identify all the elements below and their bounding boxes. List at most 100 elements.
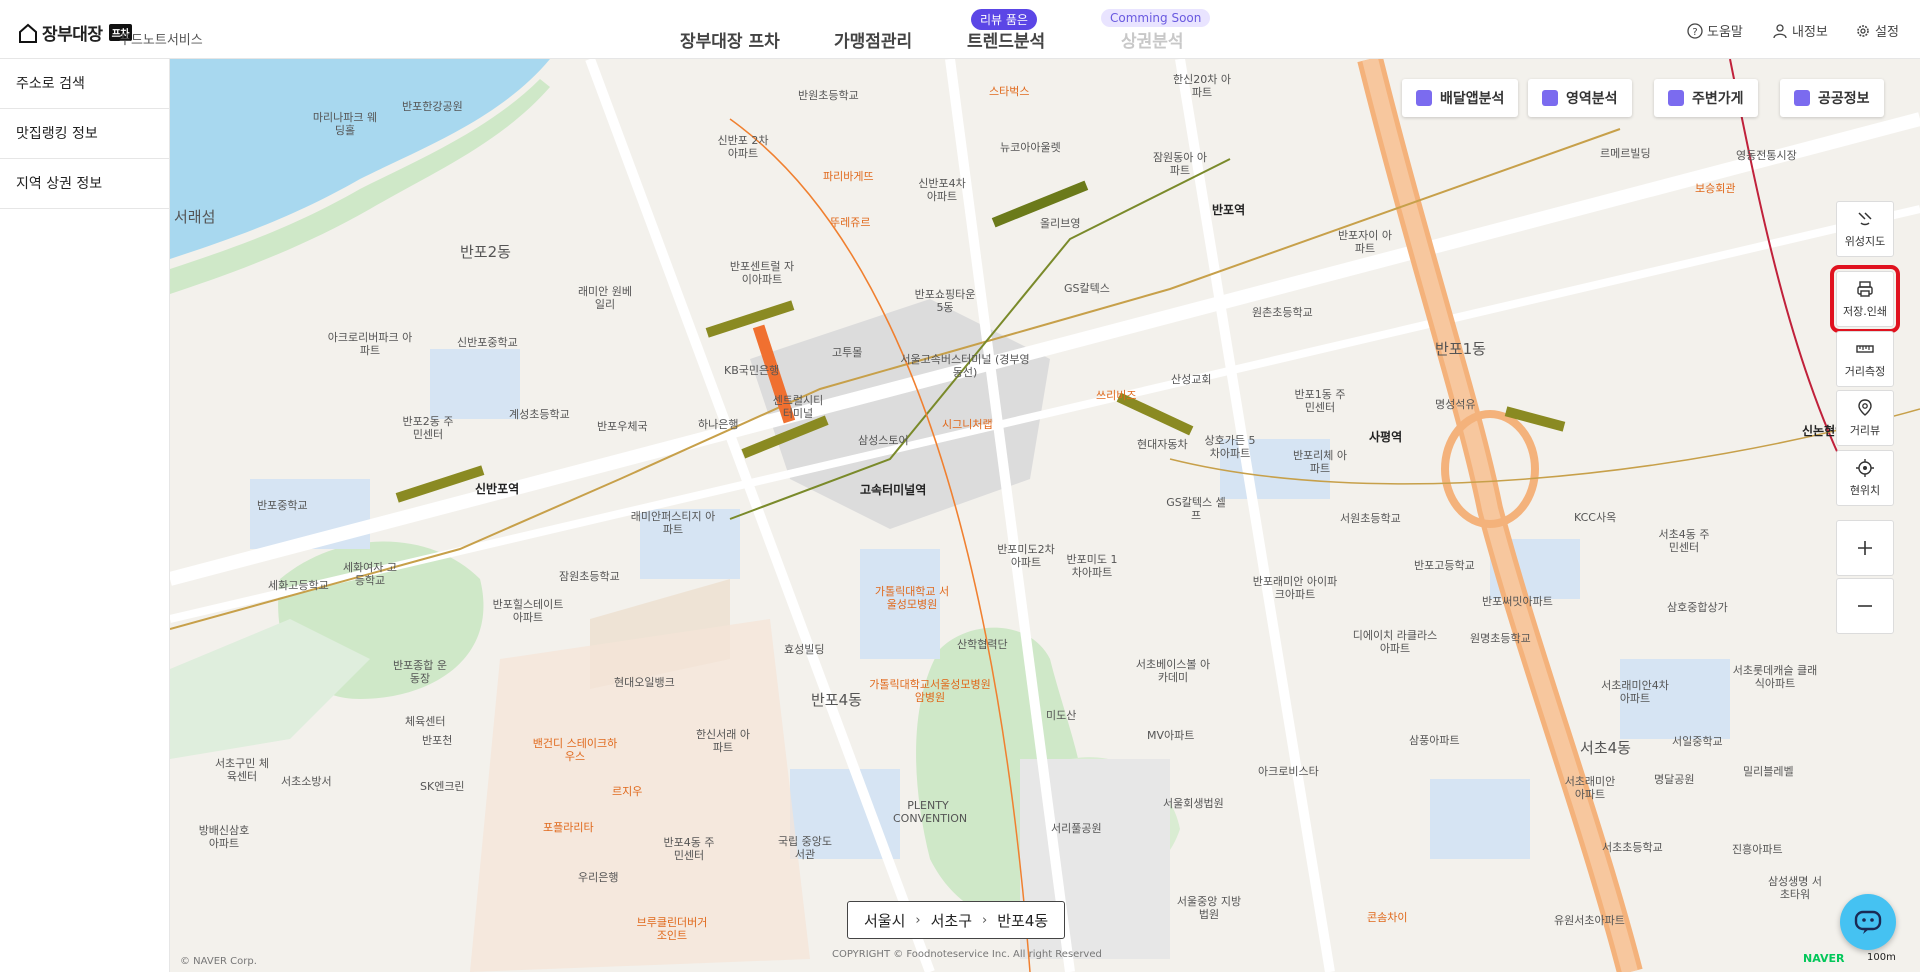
current-location-button[interactable]: 현위치 — [1836, 450, 1894, 506]
map-poi[interactable]: 반포종합 운동장 — [390, 659, 450, 685]
map-poi[interactable]: 서울회생법원 — [1163, 797, 1224, 810]
map-poi[interactable]: 유원서초아파트 — [1554, 914, 1625, 927]
map-poi[interactable]: SK엔크린 — [420, 780, 465, 793]
map-poi[interactable]: 올리브영 — [1040, 217, 1080, 230]
map-poi[interactable]: 뉴코아아울렛 — [1000, 141, 1061, 154]
map-poi[interactable]: 래미안 원베일리 — [575, 285, 635, 311]
map-poi[interactable]: 디에이치 라클라스아파트 — [1350, 629, 1440, 655]
map-poi[interactable]: 우리은행 — [578, 871, 618, 884]
station-label[interactable]: 고속터미널역 — [860, 484, 926, 497]
map-poi[interactable]: 반포4동 주민센터 — [659, 836, 719, 862]
map-poi[interactable]: 반포우체국 — [597, 420, 648, 433]
map-poi[interactable]: 하나은행 — [698, 418, 738, 431]
map-poi[interactable]: 삼성스토어 — [858, 434, 909, 447]
settings-link[interactable]: 설정 — [1855, 21, 1899, 40]
map-poi[interactable]: 국립 중앙도서관 — [775, 835, 835, 861]
station-label[interactable]: 반포역 — [1212, 204, 1245, 217]
map-poi[interactable]: 아크로리버파크 아파트 — [325, 331, 415, 357]
map-poi[interactable]: 잠원동아 아파트 — [1150, 151, 1210, 177]
map-poi[interactable]: 반포래미안 아이파크아파트 — [1250, 575, 1340, 601]
chat-button[interactable] — [1840, 894, 1896, 950]
map-poi[interactable]: 진흥아파트 — [1732, 843, 1783, 856]
map-poi[interactable]: 반포1동 주민센터 — [1290, 388, 1350, 414]
map-poi[interactable]: 서울중앙 지방법원 — [1174, 895, 1244, 921]
sidebar-item-address-search[interactable]: 주소로 검색 — [0, 59, 169, 109]
map-poi[interactable]: 반포천 — [422, 734, 452, 747]
distance-measure-button[interactable]: 거리측정 — [1836, 331, 1894, 387]
map-poi[interactable]: 고투몰 — [832, 346, 862, 359]
map-poi[interactable]: 서초래미안4차 아파트 — [1600, 679, 1670, 705]
map-poi[interactable]: 서원초등학교 — [1340, 512, 1401, 525]
map-poi[interactable]: 미도산 — [1046, 709, 1076, 722]
map-poi[interactable]: 반포미도 1차아파트 — [1062, 553, 1122, 579]
map-poi[interactable]: 현대오일뱅크 — [614, 676, 675, 689]
map-poi[interactable]: 서울고속버스터미널 (경부영동선) — [900, 353, 1030, 379]
map-poi[interactable]: 삼성생명 서초타워 — [1765, 875, 1825, 901]
map-poi[interactable]: 콘솜차이 — [1367, 911, 1407, 924]
map-poi[interactable]: 파리바게뜨 — [823, 170, 874, 183]
street-view-button[interactable]: 거리뷰 — [1836, 390, 1894, 446]
map-poi[interactable]: 세화고등학교 — [268, 579, 329, 592]
map-poi[interactable]: GS칼텍스 셀프 — [1166, 496, 1226, 522]
map-poi[interactable]: MV아파트 — [1147, 729, 1194, 742]
map-poi[interactable]: 효성빌딩 — [784, 643, 824, 656]
station-label[interactable]: 신반포역 — [475, 483, 519, 496]
map-poi[interactable]: 신반포중학교 — [457, 336, 518, 349]
map-poi[interactable]: 신반포 2차아파트 — [713, 134, 773, 160]
public-info-button[interactable]: 공공정보 — [1780, 79, 1884, 117]
map-poi[interactable]: 서초4동 주민센터 — [1654, 528, 1714, 554]
app-logo[interactable]: 장부대장 프차 — [18, 20, 132, 45]
map-poi[interactable]: 반포고등학교 — [1414, 559, 1475, 572]
map-poi[interactable]: 반포2동 주민센터 — [398, 415, 458, 441]
map-poi[interactable]: 르지우 — [612, 785, 642, 798]
map-poi[interactable]: 서초소방서 — [281, 775, 332, 788]
map-poi[interactable]: 잠원초등학교 — [559, 570, 620, 583]
map-poi[interactable]: 스타벅스 — [989, 85, 1029, 98]
zoom-out-button[interactable] — [1836, 578, 1894, 634]
map-poi[interactable]: 반포한강공원 — [402, 100, 463, 113]
map-poi[interactable]: 서리풀공원 — [1051, 822, 1102, 835]
breadcrumb-dong[interactable]: 반포4동 — [997, 910, 1048, 931]
map-poi[interactable]: 체육센터 — [405, 715, 445, 728]
map-poi[interactable]: 아크로비스타 — [1258, 765, 1319, 778]
map-poi[interactable]: 반포중학교 — [257, 499, 308, 512]
myinfo-link[interactable]: 내정보 — [1772, 21, 1828, 40]
breadcrumb-district[interactable]: 서초구 — [931, 910, 972, 931]
map-poi[interactable]: PLENTY CONVENTION — [893, 799, 967, 825]
nav-trend-analysis[interactable]: 트렌드분석 — [967, 27, 1045, 52]
map-poi[interactable]: 방배신삼호 아파트 — [194, 824, 254, 850]
map-poi[interactable]: GS칼텍스 — [1064, 282, 1110, 295]
map-poi[interactable]: 래미안퍼스티지 아파트 — [628, 510, 718, 536]
map-poi[interactable]: 산성교회 — [1171, 373, 1211, 386]
map-poi[interactable]: 가톨릭대학교 서울성모병원 — [872, 585, 952, 611]
area-analysis-button[interactable]: 영역분석 — [1528, 79, 1632, 117]
map-poi[interactable]: 반포쇼핑타운 5동 — [910, 288, 980, 314]
map-poi[interactable]: 서초래미안 아파트 — [1560, 775, 1620, 801]
map-poi[interactable]: 산학협력단 — [957, 638, 1008, 651]
map-poi[interactable]: KB국민은행 — [724, 364, 779, 377]
map-poi[interactable]: 삼풍아파트 — [1409, 734, 1460, 747]
map-poi[interactable]: 보승회관 — [1695, 182, 1735, 195]
map-poi[interactable]: 명달공원 — [1654, 773, 1694, 786]
map-poi[interactable]: 계성초등학교 — [509, 408, 570, 421]
map-poi[interactable]: 가톨릭대학교서울성모병원 암병원 — [865, 678, 995, 704]
help-link[interactable]: ? 도움말 — [1687, 21, 1743, 40]
breadcrumb-city[interactable]: 서울시 — [864, 910, 905, 931]
map-poi[interactable]: 반포센트럴 자이아파트 — [727, 260, 797, 286]
map-poi[interactable]: 세화여자 고등학교 — [340, 561, 400, 587]
nav-area-analysis[interactable]: 상권분석 — [1121, 27, 1184, 52]
map-poi[interactable]: 뚜레쥬르 — [830, 216, 870, 229]
map-poi[interactable]: 서초구민 체육센터 — [212, 757, 272, 783]
map-poi[interactable]: 원촌초등학교 — [1252, 306, 1313, 319]
nav-store-management[interactable]: 가맹점관리 — [834, 27, 912, 52]
map-poi[interactable]: 원명초등학교 — [1470, 632, 1531, 645]
nav-franchise[interactable]: 장부대장 프차 — [680, 27, 780, 52]
zoom-in-button[interactable] — [1836, 520, 1894, 576]
map-poi[interactable]: 영동전통시장 — [1736, 149, 1797, 162]
map-poi[interactable]: 브루클린더버거 조인트 — [632, 916, 712, 942]
map-poi[interactable]: 상호가든 5차아파트 — [1200, 434, 1260, 460]
map-poi[interactable]: 반포힐스테이트 아파트 — [488, 598, 568, 624]
nearby-stores-button[interactable]: 주변가게 — [1654, 79, 1758, 117]
map-poi[interactable]: 삼호중합상가 — [1667, 601, 1728, 614]
map-poi[interactable]: 밀리블레벨 — [1743, 765, 1794, 778]
